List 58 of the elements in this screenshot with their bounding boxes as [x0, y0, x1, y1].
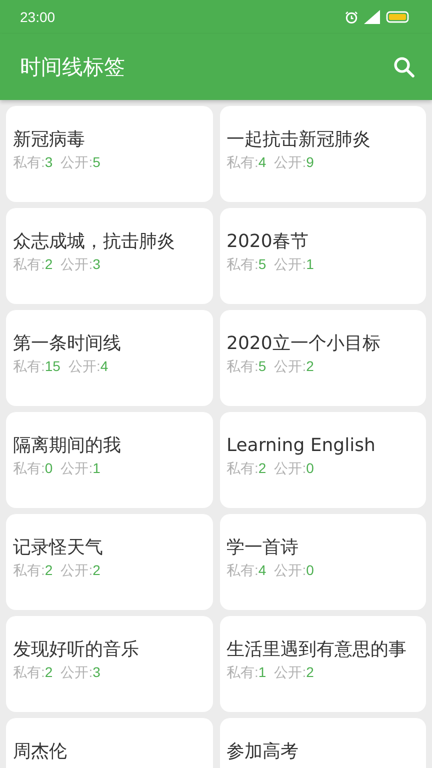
card-title: 生活里遇到有意思的事 — [226, 640, 408, 660]
timeline-card[interactable]: 2020春节 私有:5 公开:1 — [220, 208, 426, 304]
private-count: 私有:1 — [226, 664, 266, 682]
public-count: 公开:1 — [60, 460, 100, 478]
battery-icon — [386, 11, 410, 23]
private-count: 私有:5 — [226, 256, 266, 274]
card-title: 学一首诗 — [226, 538, 300, 558]
card-title: 一起抗击新冠肺炎 — [226, 130, 372, 150]
public-count: 公开:9 — [274, 154, 314, 172]
public-count: 公开:3 — [60, 664, 100, 682]
timeline-card[interactable]: 众志成城，抗击肺炎 私有:2 公开:3 — [6, 208, 212, 304]
card-title: 记录怪天气 — [13, 538, 104, 558]
public-count: 公开:1 — [274, 256, 314, 274]
status-time: 23:00 — [20, 9, 56, 25]
private-count: 私有:4 — [226, 154, 266, 172]
timeline-card[interactable]: 参加高考 — [220, 718, 426, 768]
timeline-card[interactable]: 新冠病毒 私有:3 公开:5 — [6, 106, 212, 202]
card-title: 众志成城，抗击肺炎 — [13, 232, 176, 252]
timeline-card[interactable]: 发现好听的音乐 私有:2 公开:3 — [6, 616, 212, 712]
timeline-card[interactable]: 生活里遇到有意思的事 私有:1 公开:2 — [220, 616, 426, 712]
signal-icon — [364, 10, 380, 24]
timeline-card[interactable]: Learning English 私有:2 公开:0 — [220, 412, 426, 508]
private-count: 私有:2 — [13, 256, 53, 274]
alarm-icon — [345, 10, 358, 24]
private-count: 私有:15 — [13, 358, 60, 376]
timeline-card[interactable]: 第一条时间线 私有:15 公开:4 — [6, 310, 212, 406]
public-count: 公开:0 — [274, 460, 314, 478]
card-title: 发现好听的音乐 — [13, 640, 140, 660]
card-title: 参加高考 — [226, 742, 300, 762]
card-title: 隔离期间的我 — [13, 436, 122, 456]
card-title: 第一条时间线 — [13, 334, 122, 354]
card-title: 2020立一个小目标 — [226, 334, 382, 354]
timeline-card[interactable]: 隔离期间的我 私有:0 公开:1 — [6, 412, 212, 508]
private-count: 私有:2 — [13, 562, 53, 580]
private-count: 私有:5 — [226, 358, 266, 376]
timeline-card[interactable]: 学一首诗 私有:4 公开:0 — [220, 514, 426, 610]
private-count: 私有:3 — [13, 154, 53, 172]
app-title: 时间线标签 — [20, 54, 125, 81]
public-count: 公开:3 — [60, 256, 100, 274]
public-count: 公开:2 — [274, 664, 314, 682]
public-count: 公开:5 — [60, 154, 100, 172]
private-count: 私有:2 — [226, 460, 266, 478]
card-title: Learning English — [226, 436, 376, 456]
public-count: 公开:2 — [60, 562, 100, 580]
private-count: 私有:4 — [226, 562, 266, 580]
timeline-card[interactable]: 记录怪天气 私有:2 公开:2 — [6, 514, 212, 610]
card-title: 新冠病毒 — [13, 130, 86, 150]
card-title: 2020春节 — [226, 232, 310, 252]
timeline-card[interactable]: 周杰伦 — [6, 718, 212, 768]
public-count: 公开:2 — [274, 358, 314, 376]
private-count: 私有:0 — [13, 460, 53, 478]
public-count: 公开:4 — [68, 358, 108, 376]
public-count: 公开:0 — [274, 562, 314, 580]
timeline-card[interactable]: 一起抗击新冠肺炎 私有:4 公开:9 — [220, 106, 426, 202]
card-title: 周杰伦 — [13, 742, 68, 762]
search-icon[interactable] — [392, 55, 416, 79]
private-count: 私有:2 — [13, 664, 53, 682]
timeline-card[interactable]: 2020立一个小目标 私有:5 公开:2 — [220, 310, 426, 406]
